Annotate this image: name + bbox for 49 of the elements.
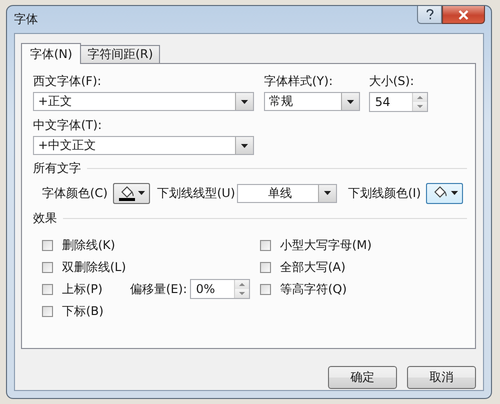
- checkbox-label[interactable]: 双删除线(L): [62, 258, 126, 276]
- window-title: 字体: [14, 11, 38, 28]
- close-icon: [458, 10, 469, 20]
- help-button[interactable]: [417, 6, 442, 24]
- font-color-icon: [118, 186, 134, 200]
- font-color-button[interactable]: [113, 182, 150, 204]
- checkbox[interactable]: [260, 284, 271, 294]
- field-label: 字体颜色(C): [42, 185, 109, 202]
- section-heading: 效果: [33, 210, 57, 226]
- dropdown[interactable]: +正文: [33, 92, 254, 111]
- checkbox[interactable]: [260, 262, 271, 272]
- paint-bucket-icon: [432, 186, 448, 200]
- checkbox[interactable]: [260, 240, 271, 250]
- caret-icon: [241, 100, 248, 104]
- caret-icon: [138, 191, 144, 195]
- checkbox[interactable]: [42, 240, 53, 250]
- checkbox-label[interactable]: 小型大写字母(M): [280, 236, 372, 254]
- field-label: 大小(S):: [369, 73, 414, 90]
- field-label: 西文字体(F):: [33, 73, 102, 90]
- spin-field[interactable]: 54: [369, 92, 428, 112]
- caret-icon: [347, 100, 354, 104]
- tab[interactable]: 字符间距(R): [80, 45, 160, 63]
- field-label: 偏移量(E):: [130, 281, 188, 298]
- checkbox[interactable]: [42, 262, 53, 272]
- dropdown[interactable]: 单线: [237, 184, 337, 202]
- caret-icon: [324, 191, 331, 195]
- ok-button[interactable]: 确定: [328, 366, 397, 389]
- field-label: 中文字体(T):: [33, 117, 103, 134]
- field-label: 字体样式(Y):: [264, 73, 334, 90]
- checkbox-label[interactable]: 下标(B): [62, 302, 104, 320]
- checkbox-label[interactable]: 删除线(K): [62, 236, 116, 254]
- field-label: 下划线颜色(I): [348, 185, 422, 202]
- field-label: 下划线线型(U): [157, 185, 236, 202]
- checkbox-label[interactable]: 上标(P): [62, 280, 103, 298]
- underline-color-button[interactable]: [426, 182, 463, 204]
- spin-field[interactable]: 0%: [190, 279, 250, 299]
- cancel-button[interactable]: 取消: [407, 366, 476, 389]
- checkbox[interactable]: [42, 306, 53, 316]
- dropdown[interactable]: 常规: [264, 92, 360, 111]
- section-heading: 所有文字: [33, 160, 81, 176]
- help-icon: [426, 9, 434, 20]
- checkbox-label[interactable]: 全部大写(A): [280, 258, 346, 276]
- dropdown[interactable]: +中文正文: [33, 136, 254, 155]
- checkbox[interactable]: [42, 284, 53, 294]
- caret-icon: [450, 191, 458, 195]
- tab[interactable]: 字体(N): [21, 43, 82, 64]
- caret-icon: [241, 144, 248, 148]
- checkbox-label[interactable]: 等高字符(Q): [280, 280, 347, 298]
- close-button[interactable]: [442, 6, 485, 24]
